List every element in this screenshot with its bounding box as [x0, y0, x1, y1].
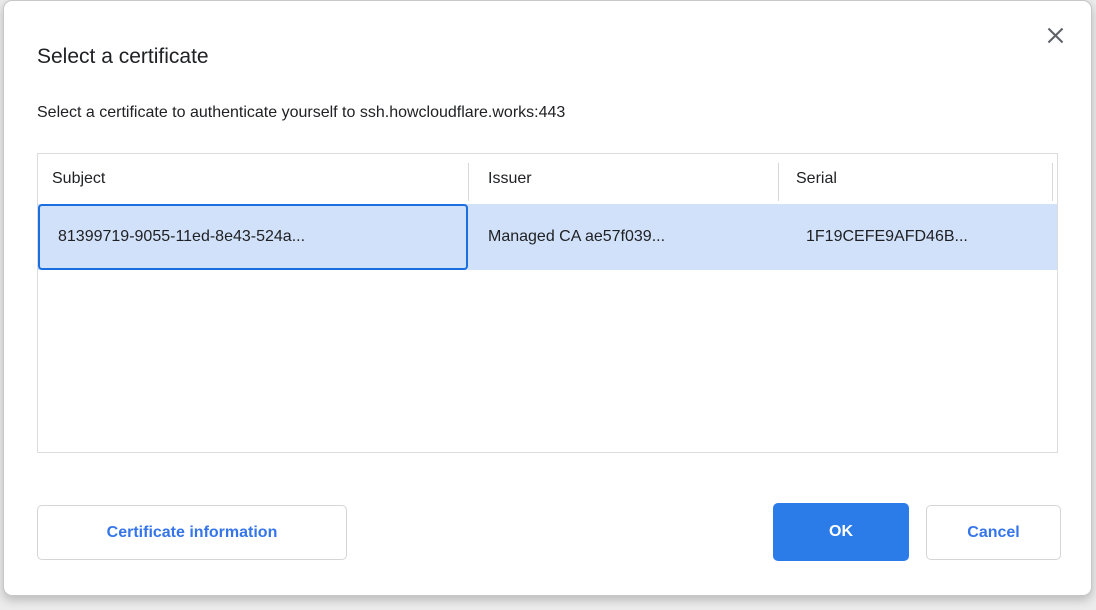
- column-divider: [1052, 163, 1053, 201]
- page-title: Select a certificate: [37, 45, 209, 69]
- column-header-subject: Subject: [38, 154, 468, 204]
- column-divider: [778, 163, 779, 201]
- dialog-subtitle: Select a certificate to authenticate you…: [37, 104, 565, 122]
- column-header-issuer: Issuer: [468, 154, 778, 204]
- cancel-button[interactable]: Cancel: [926, 505, 1061, 560]
- certificate-table: Subject Issuer Serial 81399719-9055-11ed…: [37, 153, 1058, 453]
- cell-issuer: Managed CA ae57f039...: [468, 204, 778, 270]
- cell-subject: 81399719-9055-11ed-8e43-524a...: [38, 204, 468, 270]
- column-divider: [468, 163, 469, 201]
- close-button[interactable]: [1041, 21, 1069, 49]
- ok-button[interactable]: OK: [773, 503, 909, 561]
- select-certificate-dialog: Select a certificate Select a certificat…: [3, 0, 1092, 596]
- table-header-row: Subject Issuer Serial: [38, 154, 1057, 204]
- table-row[interactable]: 81399719-9055-11ed-8e43-524a... Managed …: [38, 204, 1057, 270]
- certificate-information-button[interactable]: Certificate information: [37, 505, 347, 560]
- close-icon: [1045, 25, 1066, 46]
- cell-serial: 1F19CEFE9AFD46B...: [778, 204, 1057, 270]
- column-header-serial: Serial: [778, 154, 1057, 204]
